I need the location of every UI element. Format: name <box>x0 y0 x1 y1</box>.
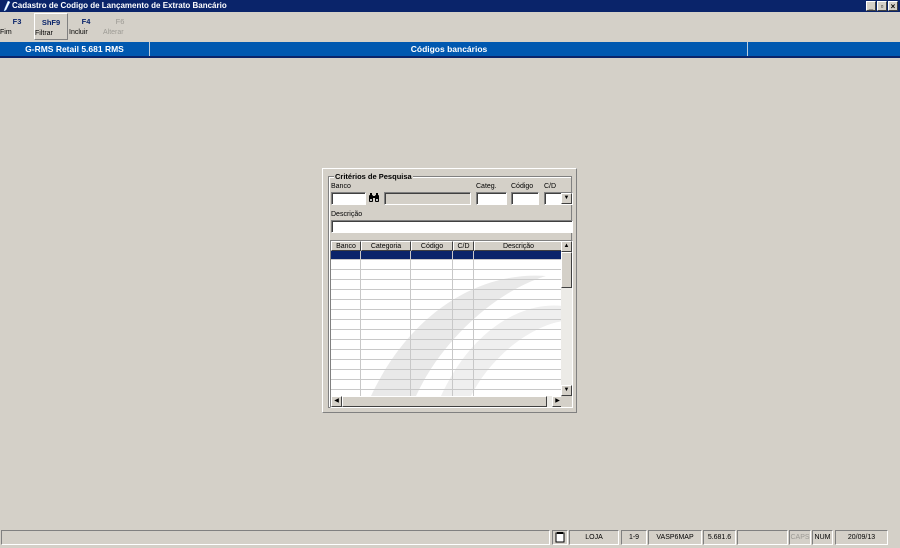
horizontal-scroll-thumb[interactable] <box>342 396 547 407</box>
column-divider <box>473 251 474 396</box>
close-button[interactable]: × <box>888 1 898 11</box>
categ-input[interactable] <box>476 192 507 205</box>
results-grid[interactable]: Banco Categoria Código C/D Descrição ▲ ▼ <box>330 240 573 408</box>
descricao-input[interactable] <box>331 220 573 233</box>
table-row[interactable] <box>331 321 563 330</box>
column-header-categoria[interactable]: Categoria <box>361 241 411 251</box>
table-row[interactable] <box>331 331 563 340</box>
maximize-button[interactable]: ▫ <box>877 1 887 11</box>
table-row[interactable] <box>331 351 563 360</box>
table-row[interactable] <box>331 371 563 380</box>
banco-label: Banco <box>331 183 351 190</box>
table-row[interactable] <box>331 291 563 300</box>
table-row[interactable] <box>331 381 563 390</box>
minimize-button[interactable]: _ <box>866 1 876 11</box>
status-bar: LOJA 1-9 VASP6MAP 5.681.6 CAPS NUM 20/09… <box>0 529 900 547</box>
horizontal-scrollbar[interactable]: ◀ ▶ <box>331 396 563 407</box>
table-row[interactable] <box>331 361 563 370</box>
fim-key: F3 <box>12 17 22 26</box>
column-header-codigo[interactable]: Código <box>411 241 453 251</box>
codigo-input[interactable] <box>511 192 539 205</box>
status-loja: LOJA <box>569 530 619 545</box>
alterar-label: Alterar <box>103 29 124 36</box>
status-extra <box>737 530 788 545</box>
vertical-scrollbar[interactable]: ▲ ▼ <box>561 241 572 396</box>
grid-header: Banco Categoria Código C/D Descrição <box>331 241 563 251</box>
scroll-down-icon[interactable]: ▼ <box>561 385 572 396</box>
table-row-selected[interactable] <box>331 251 563 260</box>
categ-label: Categ. <box>476 183 497 190</box>
status-version: 5.681.6 <box>703 530 736 545</box>
header-band: G-RMS Retail 5.681 RMS Códigos bancários <box>0 42 900 56</box>
column-header-cd[interactable]: C/D <box>453 241 474 251</box>
app-version: G-RMS Retail 5.681 RMS <box>0 42 150 56</box>
table-row[interactable] <box>331 301 563 310</box>
status-message <box>1 530 550 545</box>
table-row[interactable] <box>331 281 563 290</box>
column-divider <box>410 251 411 396</box>
search-criteria-title: Critérios de Pesquisa <box>334 172 413 181</box>
incluir-label: Incluir <box>69 29 88 36</box>
status-range: 1-9 <box>621 530 647 545</box>
title-bar: Cadastro de Codigo de Lançamento de Extr… <box>0 0 900 12</box>
banco-input[interactable] <box>331 192 366 205</box>
document-icon <box>552 530 568 545</box>
status-date: 20/09/13 <box>835 530 888 545</box>
scroll-up-icon[interactable]: ▲ <box>561 241 572 252</box>
scroll-corner <box>561 396 572 407</box>
app-icon <box>3 1 11 11</box>
binoculars-icon[interactable] <box>367 192 381 205</box>
alterar-button[interactable]: F6 Alterar <box>103 13 137 40</box>
header-divider <box>0 56 900 58</box>
column-header-banco[interactable]: Banco <box>331 241 361 251</box>
codigo-label: Código <box>511 183 534 190</box>
column-header-descricao[interactable]: Descrição <box>474 241 563 251</box>
table-row[interactable] <box>331 271 563 280</box>
alterar-key: F6 <box>115 17 125 26</box>
vertical-scroll-thumb[interactable] <box>561 252 572 288</box>
incluir-key: F4 <box>81 17 91 26</box>
window-title: Cadastro de Codigo de Lançamento de Extr… <box>12 1 227 10</box>
fim-label: Fim <box>0 29 12 36</box>
filtrar-key: ShF9 <box>41 18 61 27</box>
table-row[interactable] <box>331 341 563 350</box>
table-row[interactable] <box>331 311 563 320</box>
status-caps: CAPS <box>789 530 811 545</box>
chevron-down-icon[interactable]: ▼ <box>561 193 572 204</box>
banco-name-display <box>384 192 471 205</box>
toolbar: F3 Fim ShF9 Filtrar F4 Incluir F6 Altera… <box>0 12 900 41</box>
status-server: VASP6MAP <box>648 530 702 545</box>
descricao-label: Descrição <box>331 211 363 218</box>
fim-button[interactable]: F3 Fim <box>0 13 34 40</box>
cd-label: C/D <box>544 183 557 190</box>
scroll-left-icon[interactable]: ◀ <box>331 396 342 407</box>
filtrar-label: Filtrar <box>35 30 53 37</box>
status-num: NUM <box>812 530 833 545</box>
cd-select[interactable]: ▼ <box>544 192 573 205</box>
table-row[interactable] <box>331 261 563 270</box>
incluir-button[interactable]: F4 Incluir <box>69 13 103 40</box>
column-divider <box>360 251 361 396</box>
filtrar-button[interactable]: ShF9 Filtrar <box>34 13 68 40</box>
search-panel: Critérios de Pesquisa Banco Categ. Códig… <box>322 168 577 413</box>
column-divider <box>452 251 453 396</box>
screen-title: Códigos bancários <box>151 42 748 56</box>
